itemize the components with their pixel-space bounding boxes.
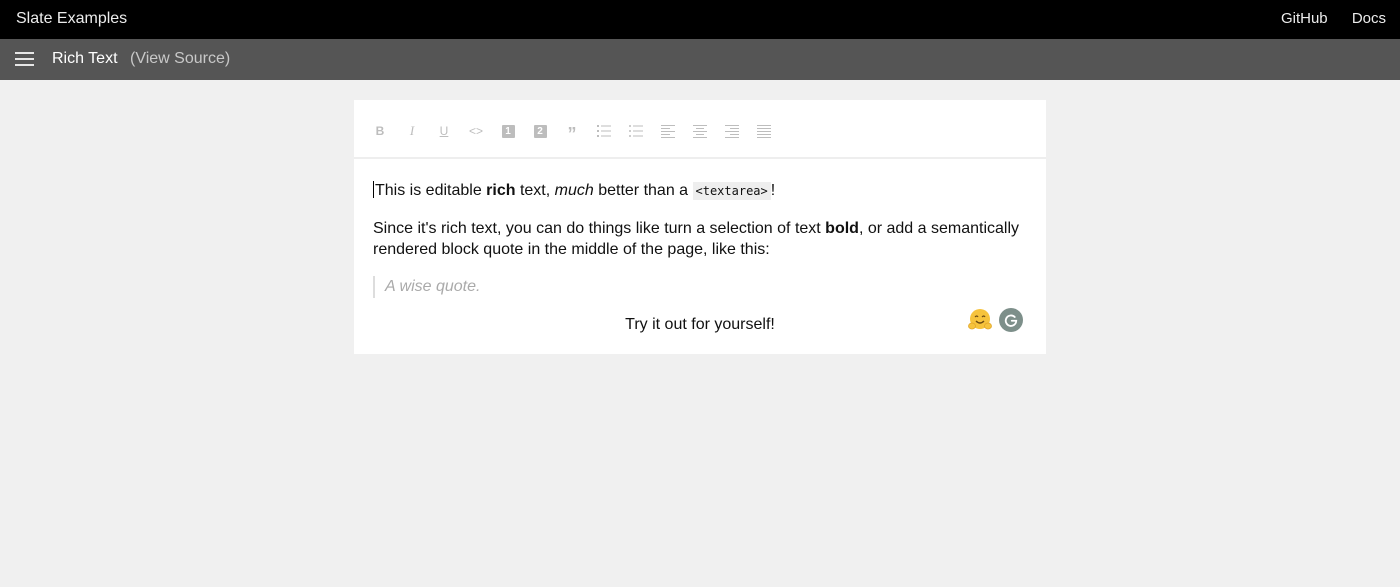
- inline-code: <textarea>: [692, 182, 771, 200]
- app-title: Slate Examples: [16, 10, 128, 27]
- align-center-icon: [693, 125, 707, 138]
- align-right-button[interactable]: [722, 121, 742, 141]
- italic-text: much: [554, 182, 594, 199]
- text-run: Since it's rich text, you can do things …: [373, 220, 826, 237]
- top-bar: Slate Examples GitHub Docs: [0, 0, 1400, 39]
- align-center-button[interactable]: [690, 121, 710, 141]
- example-bar: Rich Text (View Source): [0, 39, 1400, 80]
- paragraph-intro[interactable]: This is editable rich text, much better …: [373, 180, 775, 202]
- top-links: GitHub Docs: [1261, 10, 1386, 27]
- align-justify-button[interactable]: [754, 121, 774, 141]
- grammarly-icon[interactable]: [999, 308, 1023, 332]
- bold-icon: B: [375, 124, 385, 138]
- text-run: This is editable: [375, 182, 487, 199]
- underline-icon: U: [439, 124, 449, 138]
- italic-button[interactable]: I: [402, 121, 422, 141]
- hamburger-menu-icon[interactable]: [15, 52, 34, 66]
- bulleted-list-button[interactable]: [626, 121, 646, 141]
- paragraph-centered[interactable]: Try it out for yourself!: [373, 314, 1027, 335]
- align-left-button[interactable]: [658, 121, 678, 141]
- paragraph-body[interactable]: Since it's rich text, you can do things …: [373, 218, 1023, 260]
- text-run: better than a: [593, 182, 693, 199]
- text-run: !: [770, 182, 776, 199]
- editor-card: B I U <> 1 2 ” This is editable rich tex…: [354, 100, 1046, 354]
- github-link[interactable]: GitHub: [1281, 10, 1328, 27]
- bold-button[interactable]: B: [370, 121, 390, 141]
- example-title: Rich Text: [52, 50, 118, 67]
- text-caret: [373, 181, 374, 198]
- align-left-icon: [661, 125, 675, 138]
- numbered-list-icon: [597, 125, 611, 137]
- numbered-list-button[interactable]: [594, 121, 614, 141]
- italic-icon: I: [409, 123, 415, 138]
- heading-one-icon: 1: [501, 124, 515, 138]
- align-right-icon: [725, 125, 739, 138]
- heading-one-button[interactable]: 1: [498, 121, 518, 141]
- code-icon: <>: [468, 124, 483, 138]
- align-justify-icon: [757, 125, 771, 138]
- bold-text: bold: [825, 220, 859, 237]
- formatting-toolbar: B I U <> 1 2 ”: [354, 100, 1046, 159]
- block-quote[interactable]: A wise quote.: [373, 276, 480, 298]
- underline-button[interactable]: U: [434, 121, 454, 141]
- block-quote-button[interactable]: ”: [562, 121, 582, 144]
- hugging-face-icon[interactable]: [968, 308, 992, 332]
- docs-link[interactable]: Docs: [1352, 10, 1386, 27]
- code-button[interactable]: <>: [466, 121, 486, 141]
- text-run: text,: [515, 182, 555, 199]
- view-source-link[interactable]: (View Source): [130, 50, 230, 68]
- heading-two-button[interactable]: 2: [530, 121, 550, 141]
- bulleted-list-icon: [629, 125, 643, 137]
- bold-text: rich: [486, 182, 516, 199]
- heading-two-icon: 2: [533, 124, 547, 138]
- quote-icon: ”: [567, 124, 577, 144]
